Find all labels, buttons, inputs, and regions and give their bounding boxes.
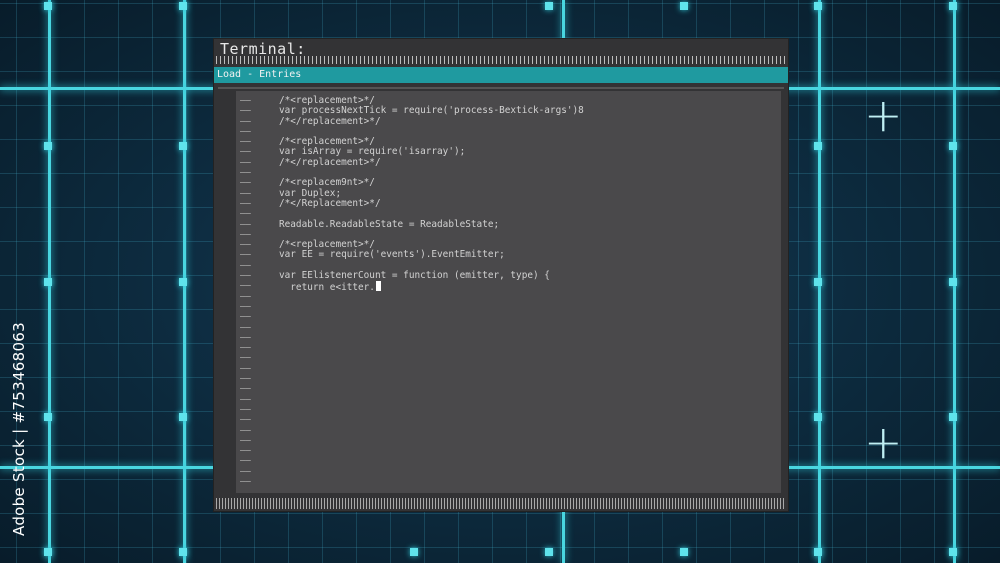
gutter-marker: —— xyxy=(240,446,251,457)
grid-dot xyxy=(44,278,52,286)
gutter-marker: —— xyxy=(240,281,251,292)
code-line: /*</replacement>*/ xyxy=(279,156,381,168)
code-line: var EE = require('events').EventEmitter; xyxy=(279,249,505,261)
grid-dot xyxy=(179,413,187,421)
bottom-ruler xyxy=(216,498,786,509)
gutter-marker: —— xyxy=(240,384,251,395)
grid-dot xyxy=(545,548,553,556)
grid-dot xyxy=(44,2,52,10)
gutter-marker: —— xyxy=(240,209,251,220)
gutter-marker: —— xyxy=(240,126,251,137)
grid-dot xyxy=(949,278,957,286)
gutter-marker: —— xyxy=(240,229,251,240)
grid-dot xyxy=(44,142,52,150)
grid-dot xyxy=(814,2,822,10)
grid-dot xyxy=(814,413,822,421)
plus-icon: + xyxy=(864,415,903,469)
top-ruler xyxy=(216,56,786,64)
gutter-marker: —— xyxy=(240,96,251,106)
gutter-marker: —— xyxy=(240,312,251,323)
line-gutter: —— —— —— —— —— —— —— —— —— —— —— —— —— —— —— —— —— —— —— ——… xyxy=(240,96,260,487)
grid-dot xyxy=(949,142,957,150)
gutter-marker: —— xyxy=(240,332,251,343)
code-line: var EElistenerCount = function (emitter,… xyxy=(279,270,550,282)
code-editor[interactable]: —— —— —— —— —— —— —— —— —— —— —— —— —— —— —— —— —— —— —— ——… xyxy=(236,91,781,493)
gutter-marker: —— xyxy=(240,466,251,477)
gutter-marker: —— xyxy=(240,394,251,405)
grid-dot xyxy=(44,413,52,421)
gutter-marker: —— xyxy=(240,301,251,312)
code-line: /*<replacem9nt>*/ xyxy=(279,177,375,189)
menu-label[interactable]: Load - Entries xyxy=(217,69,301,80)
grid-dot xyxy=(410,548,418,556)
gutter-marker: —— xyxy=(240,219,251,230)
plus-icon: + xyxy=(864,88,903,142)
gutter-marker: —— xyxy=(240,188,251,199)
divider xyxy=(218,87,784,89)
code-line: Readable.ReadableState = ReadableState; xyxy=(279,218,500,230)
gutter-marker: —— xyxy=(240,157,251,168)
grid-dot xyxy=(680,548,688,556)
terminal-window: Terminal: Load - Entries —— —— —— —— —— —— —— —… xyxy=(213,38,789,512)
gutter-marker: —— xyxy=(240,415,251,426)
gutter-marker: —— xyxy=(240,198,251,209)
gutter-marker: —— xyxy=(240,106,251,117)
gutter-marker: —— xyxy=(240,353,251,364)
gutter-marker: —— xyxy=(240,260,251,271)
text-cursor xyxy=(375,281,381,292)
gutter-marker: —— xyxy=(240,178,251,189)
grid-dot xyxy=(44,548,52,556)
grid-dot xyxy=(949,548,957,556)
code-line: return e<itter. xyxy=(279,281,773,293)
watermark-text: Adobe Stock | #753468063 xyxy=(10,322,28,536)
code-area[interactable]: /*<replacement>*/var processNextTick = r… xyxy=(279,95,773,293)
gutter-marker: —— xyxy=(240,271,251,282)
gutter-marker: —— xyxy=(240,476,251,487)
grid-dot xyxy=(814,548,822,556)
gutter-marker: —— xyxy=(240,240,251,251)
grid-dot xyxy=(179,2,187,10)
gutter-marker: —— xyxy=(240,374,251,385)
grid-dot xyxy=(680,2,688,10)
gutter-marker: —— xyxy=(240,116,251,127)
gutter-marker: —— xyxy=(240,404,251,415)
code-line: /*</Replacement>*/ xyxy=(279,197,381,209)
gutter-marker: —— xyxy=(240,147,251,158)
gutter-marker: —— xyxy=(240,425,251,436)
grid-dot xyxy=(545,2,553,10)
grid-dot xyxy=(814,278,822,286)
grid-dot xyxy=(179,278,187,286)
code-line: /*</replacement>*/ xyxy=(279,115,381,127)
gutter-marker: —— xyxy=(240,137,251,148)
grid-dot xyxy=(179,142,187,150)
grid-dot xyxy=(814,142,822,150)
grid-dot xyxy=(949,2,957,10)
gutter-marker: —— xyxy=(240,435,251,446)
menu-bar[interactable]: Load - Entries xyxy=(214,67,788,83)
gutter-marker: —— xyxy=(240,343,251,354)
grid-dot xyxy=(179,548,187,556)
gutter-marker: —— xyxy=(240,168,251,179)
gutter-marker: —— xyxy=(240,363,251,374)
gutter-marker: —— xyxy=(240,291,251,302)
gutter-marker: —— xyxy=(240,250,251,261)
gutter-marker: —— xyxy=(240,322,251,333)
grid-dot xyxy=(949,413,957,421)
gutter-marker: —— xyxy=(240,456,251,467)
